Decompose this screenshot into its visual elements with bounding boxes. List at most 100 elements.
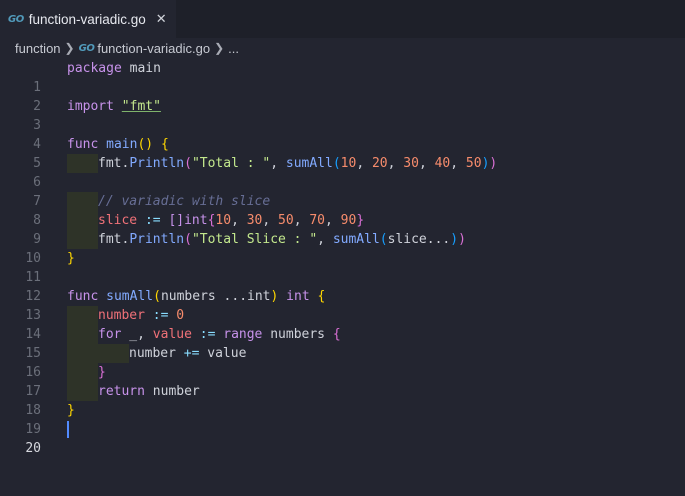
keyword: package (67, 61, 122, 76)
function-name: main (106, 137, 138, 152)
number-literal: 10 (215, 213, 232, 228)
chevron-right-icon: ❯ (214, 41, 225, 55)
comma: , (317, 232, 333, 247)
function-name: sumAll (106, 289, 154, 304)
number-literal: 30 (246, 213, 263, 228)
brace: } (356, 213, 365, 228)
paren: () (137, 137, 154, 152)
code-line: 15 for _, value := range numbers { (0, 325, 685, 361)
indent-guide (67, 382, 98, 401)
range-target: numbers (262, 327, 333, 342)
chevron-right-icon: ❯ (64, 41, 75, 55)
indent-guide (67, 230, 98, 249)
close-icon[interactable]: ✕ (156, 11, 167, 27)
brace: } (98, 365, 106, 380)
string-literal: "Total Slice : " (191, 232, 318, 247)
indent-guide (98, 344, 129, 363)
code-line: 3 import "fmt" (0, 97, 685, 133)
code-line: 14 number := 0 (0, 306, 685, 342)
comment: // variadic with slice (98, 194, 271, 209)
import-string: "fmt" (121, 99, 161, 114)
number-literal: 0 (176, 308, 185, 323)
code-line: 18 return number (0, 382, 685, 418)
number-literal: 90 (340, 213, 357, 228)
keyword: range (223, 327, 263, 342)
number-literal: 50 (278, 213, 294, 228)
breadcrumb-more[interactable]: ... (228, 41, 239, 56)
breadcrumb-file[interactable]: GO function-variadic.go (79, 41, 210, 56)
variable: number (98, 308, 145, 323)
type: []int (168, 213, 208, 228)
indent-guide (67, 325, 98, 344)
indent-guide (67, 211, 98, 230)
function-call: sumAll (332, 232, 380, 247)
number-literal: 20 (371, 156, 388, 171)
code-line: 13 func sumAll(numbers ...int) int { (0, 287, 685, 323)
code-editor[interactable]: 1 package main 2 3 import "fmt" 4 5 func… (0, 58, 685, 456)
indent-guide (67, 363, 98, 382)
code-line: 5 func main() { (0, 135, 685, 171)
paren: ) (458, 232, 466, 247)
go-file-icon: GO (78, 42, 95, 54)
breadcrumb-folder[interactable]: function (15, 41, 61, 56)
paren: ( (379, 232, 388, 247)
text-cursor (67, 421, 69, 438)
blank-identifier: _, (121, 327, 153, 342)
code-line-active: 20 (0, 420, 685, 456)
identifier: number (129, 346, 184, 361)
string-literal: "Total : " (191, 156, 271, 171)
identifier: value (199, 346, 247, 361)
operator: := (144, 308, 177, 323)
package-ref: fmt. (98, 156, 130, 171)
function-call: Println (129, 232, 185, 247)
code-line: 8 // variadic with slice (0, 192, 685, 228)
code-line: 11 } (0, 249, 685, 285)
keyword: return (98, 384, 145, 399)
comma: , (270, 156, 286, 171)
number-literal: 70 (309, 213, 326, 228)
indent-guide (67, 192, 98, 211)
line-number: 20 (25, 441, 41, 456)
indent-guide (67, 154, 98, 173)
paren: ( (153, 289, 161, 304)
breadcrumb-file-label: function-variadic.go (97, 40, 211, 56)
editor-tab[interactable]: GO function-variadic.go ✕ (0, 0, 176, 38)
code-line: 16 number += value (0, 344, 685, 380)
identifier: number (144, 384, 200, 399)
paren: ) (450, 232, 459, 247)
variable: value (152, 327, 192, 342)
code-line: 7 (0, 173, 685, 209)
brace: } (67, 403, 75, 418)
brace: { (332, 327, 341, 342)
package-ref: fmt. (98, 232, 130, 247)
code-line: 19 } (0, 401, 685, 437)
code-line: 10 fmt.Println("Total Slice : ", sumAll(… (0, 230, 685, 266)
paren: ( (184, 232, 192, 247)
indent-guide (67, 306, 98, 325)
paren: ) (489, 156, 498, 171)
operator: := (137, 213, 169, 228)
variable: slice (98, 213, 138, 228)
code-line: 17 } (0, 363, 685, 399)
brace: { (160, 137, 169, 152)
tab-title: function-variadic.go (28, 11, 146, 27)
code-line: 2 (0, 78, 685, 114)
paren: ( (184, 156, 192, 171)
parameters: numbers ...int (160, 289, 271, 304)
code-line: 1 package main (0, 59, 685, 95)
code-line: 9 slice := []int{10, 30, 50, 70, 90} (0, 211, 685, 247)
paren: ( (332, 156, 341, 171)
argument: slice... (387, 232, 451, 247)
code-line: 6 fmt.Println("Total : ", sumAll(10, 20,… (0, 154, 685, 190)
number-literal: 40 (434, 156, 451, 171)
return-type: int (278, 289, 318, 304)
function-call: sumAll (285, 156, 333, 171)
brace: { (317, 289, 326, 304)
number-literal: 10 (340, 156, 357, 171)
tab-bar: GO function-variadic.go ✕ (0, 0, 685, 38)
code-line: 12 (0, 268, 685, 304)
operator: += (183, 346, 200, 361)
code-line: 4 (0, 116, 685, 152)
